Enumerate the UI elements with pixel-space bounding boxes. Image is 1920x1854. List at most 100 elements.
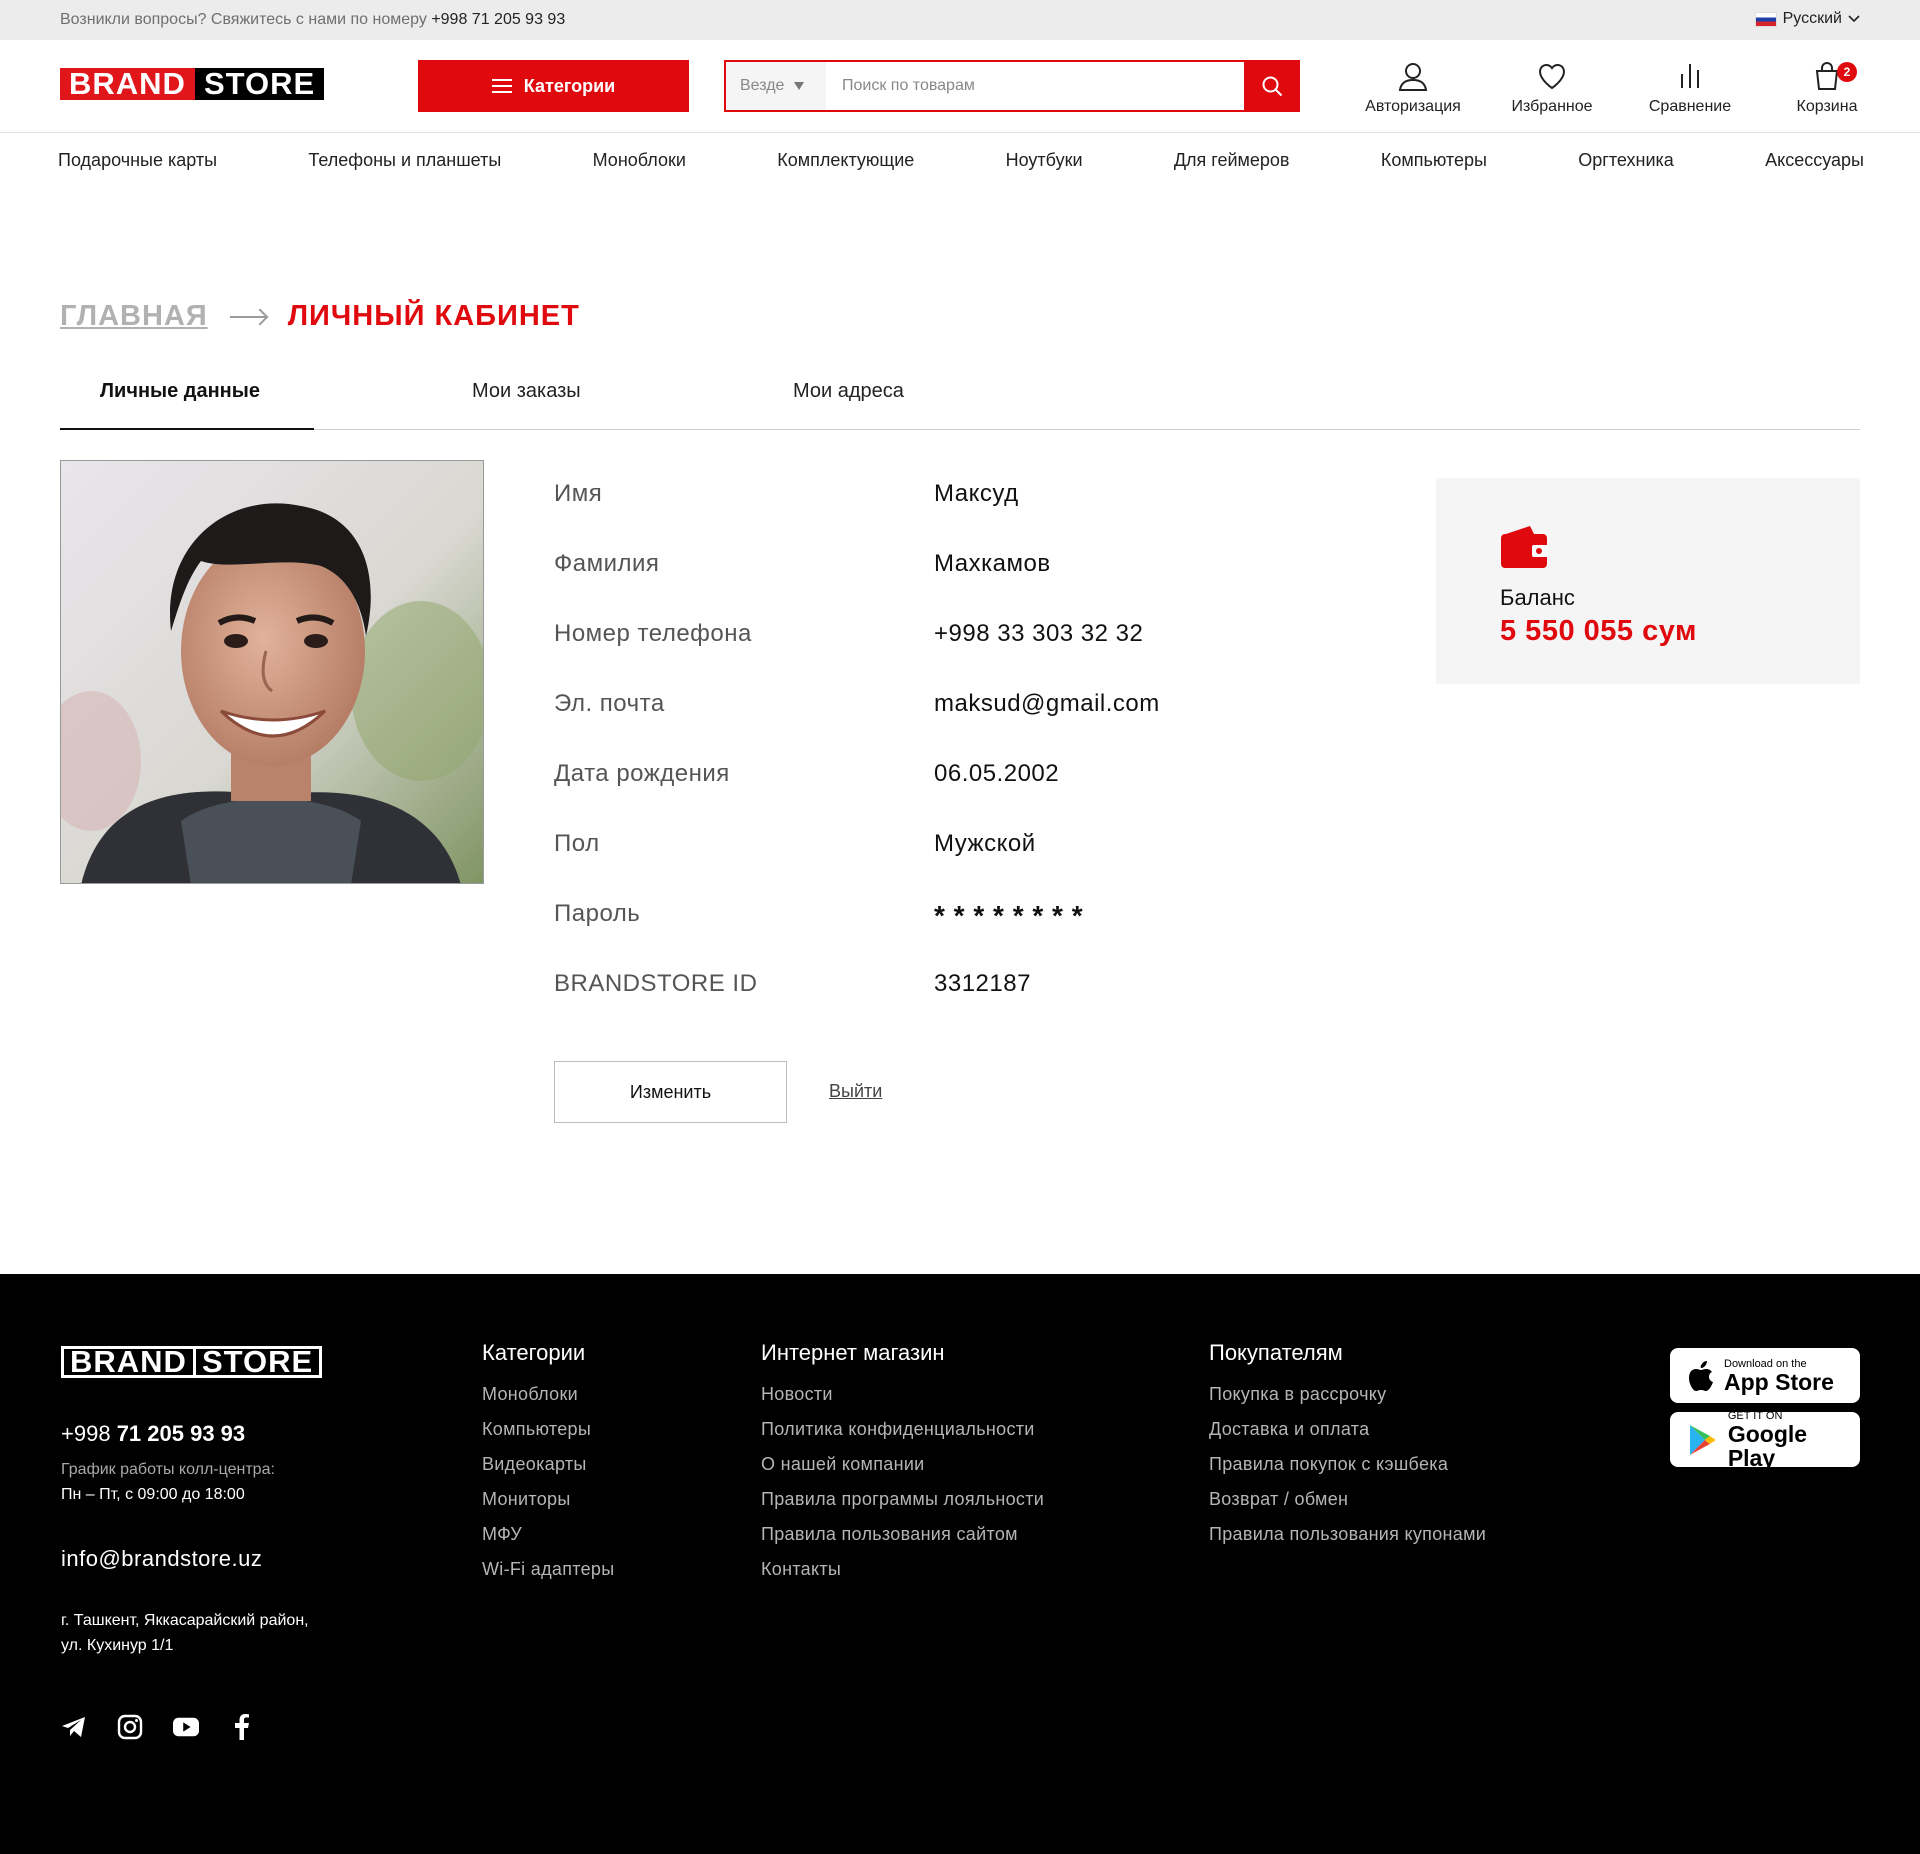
footer-address: г. Ташкент, Яккасарайский район, ул. Кух…	[61, 1612, 309, 1654]
field-label: Имя	[554, 480, 603, 507]
footer-link[interactable]: Wi-Fi адаптеры	[482, 1559, 614, 1594]
field-label: BRANDSTORE ID	[554, 970, 758, 997]
logout-link[interactable]: Выйти	[829, 1081, 882, 1102]
category-nav: Подарочные карты Телефоны и планшеты Мон…	[58, 150, 1864, 171]
nav-item-phones[interactable]: Телефоны и планшеты	[308, 150, 501, 171]
field-row-password: Пароль * * * * * * * *	[554, 900, 1254, 940]
footer-col-title: Категории	[482, 1340, 586, 1365]
compare-link[interactable]: Сравнение	[1620, 60, 1760, 116]
footer-link[interactable]: Новости	[761, 1384, 1044, 1419]
footer-link[interactable]: Компьютеры	[482, 1419, 614, 1454]
cart-link[interactable]: 2 Корзина	[1757, 60, 1897, 116]
field-value: +998 33 303 32 32	[934, 620, 1144, 647]
nav-item-gamers[interactable]: Для геймеров	[1174, 150, 1290, 171]
search-button[interactable]	[1244, 60, 1300, 112]
schedule-hours: Пн – Пт, с 09:00 до 18:00	[61, 1486, 245, 1503]
footer-email[interactable]: info@brandstore.uz	[61, 1546, 262, 1572]
youtube-icon[interactable]	[173, 1714, 199, 1740]
footer-link[interactable]: Правила пользования сайтом	[761, 1524, 1044, 1559]
account-tabs: Личные данные Мои заказы Мои адреса	[60, 370, 1860, 430]
app-store-badge[interactable]: Download on the App Store	[1670, 1348, 1860, 1403]
wallet-icon	[1501, 526, 1548, 568]
footer-link[interactable]: Правила программы лояльности	[761, 1489, 1044, 1524]
telegram-icon[interactable]	[61, 1714, 87, 1740]
active-tab-indicator	[60, 428, 314, 430]
search-bar: Везде	[724, 60, 1300, 112]
footer-col-title: Покупателям	[1209, 1340, 1343, 1365]
footer-col-categories: Категории Моноблоки Компьютеры Видеокарт…	[482, 1340, 614, 1594]
app-store-big: App Store	[1724, 1368, 1834, 1395]
caret-down-icon	[794, 82, 805, 90]
language-selector[interactable]: Русский	[1754, 10, 1860, 28]
site-header: BRAND STORE Категории Везде Авторизация …	[0, 40, 1920, 133]
contact-info: Возникли вопросы? Свяжитесь с нами по но…	[60, 11, 565, 29]
brandstore-logo[interactable]: BRAND STORE	[60, 68, 325, 100]
footer-link[interactable]: Мониторы	[482, 1489, 614, 1524]
field-value: 06.05.2002	[934, 760, 1060, 787]
login-link[interactable]: Авторизация	[1343, 60, 1483, 116]
search-input[interactable]	[826, 62, 1244, 110]
footer-logo[interactable]: BRAND STORE	[61, 1346, 323, 1378]
footer-link[interactable]: Видеокарты	[482, 1454, 614, 1489]
instagram-icon[interactable]	[117, 1714, 143, 1740]
nav-item-laptops[interactable]: Ноутбуки	[1006, 150, 1083, 171]
nav-item-monoblocks[interactable]: Моноблоки	[593, 150, 686, 171]
categories-label: Категории	[523, 75, 616, 96]
search-scope-select[interactable]: Везде	[726, 62, 826, 110]
google-play-big: Google Play	[1727, 1420, 1808, 1471]
footer-link[interactable]: Доставка и оплата	[1209, 1419, 1486, 1454]
footer-link[interactable]: Покупка в рассрочку	[1209, 1384, 1486, 1419]
footer-phone[interactable]: +998 71 205 93 93	[61, 1421, 245, 1447]
contact-phone[interactable]: +998 71 205 93 93	[431, 11, 565, 28]
footer-link[interactable]: МФУ	[482, 1524, 614, 1559]
field-row-email: Эл. почта maksud@gmail.com	[554, 690, 1254, 730]
footer-link[interactable]: Моноблоки	[482, 1384, 614, 1419]
nav-item-gift-cards[interactable]: Подарочные карты	[58, 150, 217, 171]
app-store-small: Download on the	[1724, 1357, 1807, 1370]
field-label: Фамилия	[554, 550, 660, 577]
field-row-gender: Пол Мужской	[554, 830, 1254, 870]
breadcrumb-home[interactable]: ГЛАВНАЯ	[60, 300, 208, 333]
footer-col-title: Интернет магазин	[761, 1340, 945, 1365]
user-icon	[1398, 63, 1428, 91]
favorites-link[interactable]: Избранное	[1482, 60, 1622, 116]
footer-link[interactable]: Правила пользования купонами	[1209, 1524, 1486, 1559]
tab-my-addresses[interactable]: Мои адреса	[793, 380, 904, 403]
balance-card: Баланс 5 550 055 сум	[1436, 478, 1860, 684]
footer-link[interactable]: Возврат / обмен	[1209, 1489, 1486, 1524]
field-row-birthdate: Дата рождения 06.05.2002	[554, 760, 1254, 800]
footer-link[interactable]: Политика конфиденциальности	[761, 1419, 1044, 1454]
language-label: Русский	[1782, 10, 1842, 27]
google-play-badge[interactable]: GET IT ON Google Play	[1670, 1410, 1860, 1471]
nav-item-computers[interactable]: Компьютеры	[1381, 150, 1487, 171]
edit-profile-button[interactable]: Изменить	[554, 1061, 787, 1123]
logo-brand-text: BRAND	[61, 1346, 196, 1378]
avatar	[61, 461, 483, 883]
field-label: Номер телефона	[554, 620, 752, 647]
nav-item-components[interactable]: Комплектующие	[777, 150, 914, 171]
top-info-bar: Возникли вопросы? Свяжитесь с нами по но…	[0, 0, 1920, 40]
heart-icon	[1538, 63, 1566, 90]
nav-item-accessories[interactable]: Аксессуары	[1765, 150, 1864, 171]
facebook-icon[interactable]	[229, 1714, 255, 1740]
search-scope-value: Везде	[740, 77, 785, 94]
footer-link[interactable]: Правила покупок с кэшбека	[1209, 1454, 1486, 1489]
footer-link[interactable]: Контакты	[761, 1559, 1044, 1594]
field-row-last-name: Фамилия Махкамов	[554, 550, 1254, 590]
field-value: Махкамов	[934, 550, 1051, 577]
cart-count-badge: 2	[1837, 62, 1857, 82]
breadcrumb: ГЛАВНАЯ ЛИЧНЫЙ КАБИНЕТ	[60, 300, 580, 333]
footer-link[interactable]: О нашей компании	[761, 1454, 1044, 1489]
contact-text: Возникли вопросы? Свяжитесь с нами по но…	[60, 11, 427, 28]
categories-button[interactable]: Категории	[418, 60, 689, 112]
logo-brand-text: BRAND	[60, 68, 195, 100]
nav-item-office[interactable]: Оргтехника	[1578, 150, 1674, 171]
tab-personal-data[interactable]: Личные данные	[100, 380, 260, 403]
field-value: Мужской	[934, 830, 1036, 857]
compare-label: Сравнение	[1648, 98, 1732, 115]
tab-my-orders[interactable]: Мои заказы	[472, 380, 581, 403]
breadcrumb-current: ЛИЧНЫЙ КАБИНЕТ	[287, 300, 580, 332]
field-label: Пароль	[554, 900, 641, 927]
chevron-down-icon	[1848, 15, 1860, 23]
favorites-label: Избранное	[1511, 98, 1593, 115]
